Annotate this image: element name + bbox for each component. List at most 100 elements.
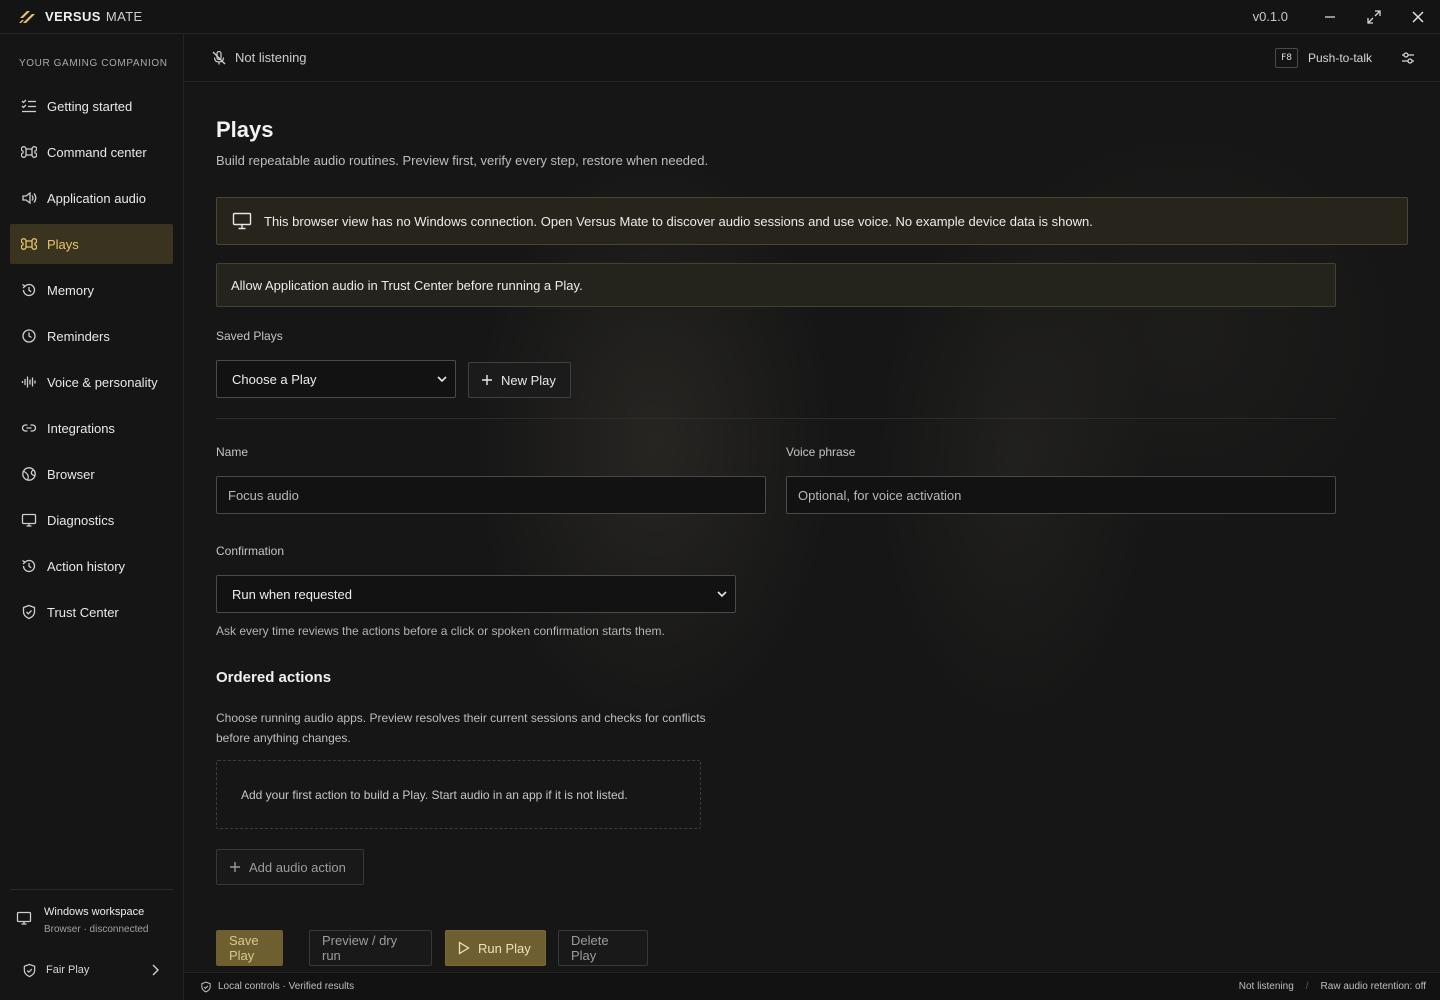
empty-actions-text: Add your first action to build a Play. S… bbox=[241, 787, 628, 802]
sidebar-item-label: Integrations bbox=[47, 420, 115, 436]
chevron-down-icon bbox=[717, 590, 727, 598]
connection-notice: This browser view has no Windows connect… bbox=[216, 197, 1408, 245]
push-to-talk-key: F8 bbox=[1275, 47, 1298, 68]
sidebar: YOUR GAMING COMPANION Getting started Co… bbox=[0, 34, 184, 1000]
sidebar-item-application-audio[interactable]: Application audio bbox=[10, 178, 173, 218]
status-bar: Local controls · Verified results Not li… bbox=[184, 972, 1440, 1000]
sidebar-item-label: Diagnostics bbox=[47, 512, 115, 528]
sidebar-item-integrations[interactable]: Integrations bbox=[10, 408, 173, 448]
main-content: Plays Build repeatable audio routines. P… bbox=[184, 82, 1440, 972]
close-button[interactable] bbox=[1396, 0, 1440, 34]
plus-icon bbox=[229, 861, 241, 873]
save-play-button[interactable]: Save Play bbox=[216, 930, 283, 966]
sidebar-item-trust-center[interactable]: Trust Center bbox=[10, 592, 173, 632]
sidebar-item-label: Action history bbox=[47, 558, 126, 574]
monitor-icon bbox=[232, 212, 252, 230]
page-title: Plays bbox=[216, 117, 274, 142]
sidebar-item-reminders[interactable]: Reminders bbox=[10, 316, 173, 356]
history-icon bbox=[20, 281, 38, 299]
minimize-button[interactable] bbox=[1308, 0, 1352, 34]
sidebar-item-getting-started[interactable]: Getting started bbox=[10, 86, 173, 126]
status-left-text: Local controls · Verified results bbox=[218, 981, 355, 992]
voice-phrase-input[interactable] bbox=[786, 476, 1336, 514]
name-input[interactable] bbox=[216, 476, 766, 514]
chevron-right-icon bbox=[151, 964, 159, 976]
saved-plays-select[interactable]: Choose a Play bbox=[216, 360, 456, 398]
sidebar-item-label: Plays bbox=[47, 236, 79, 252]
mic-off-icon bbox=[211, 50, 227, 66]
sidebar-caption: YOUR GAMING COMPANION bbox=[19, 58, 168, 69]
monitor-icon bbox=[20, 511, 38, 529]
run-play-button[interactable]: Run Play bbox=[445, 930, 546, 966]
trust-warning-text: Allow Application audio in Trust Center … bbox=[231, 277, 583, 293]
command-icon bbox=[20, 143, 38, 161]
name-label: Name bbox=[216, 445, 249, 459]
checklist-icon bbox=[20, 97, 38, 115]
sidebar-item-label: Application audio bbox=[47, 190, 147, 206]
brand: VERSUS MATE bbox=[0, 9, 143, 25]
clock-icon bbox=[20, 327, 38, 345]
section-divider bbox=[216, 418, 1336, 419]
sidebar-item-label: Memory bbox=[47, 282, 94, 298]
sidebar-item-action-history[interactable]: Action history bbox=[10, 546, 173, 586]
title-bar: VERSUS MATE v0.1.0 bbox=[0, 0, 1440, 34]
brand-name: VERSUS bbox=[45, 9, 101, 24]
history-icon bbox=[20, 557, 38, 575]
expand-icon bbox=[1367, 9, 1381, 24]
close-icon bbox=[1412, 10, 1424, 23]
monitor-icon bbox=[16, 910, 34, 926]
preview-label: Preview / dry run bbox=[322, 933, 398, 963]
workspace-subtitle: Browser · disconnected bbox=[44, 924, 149, 935]
sidebar-item-memory[interactable]: Memory bbox=[10, 270, 173, 310]
saved-plays-label: Saved Plays bbox=[216, 329, 283, 343]
empty-actions-placeholder: Add your first action to build a Play. S… bbox=[216, 760, 701, 829]
trust-warning: Allow Application audio in Trust Center … bbox=[216, 263, 1336, 307]
fair-play-link[interactable]: Fair Play bbox=[10, 950, 173, 990]
workspace-status[interactable]: Windows workspace Browser · disconnected bbox=[10, 890, 173, 950]
preview-dry-run-button[interactable]: Preview / dry run bbox=[309, 930, 432, 966]
play-icon bbox=[458, 941, 470, 955]
minimize-icon bbox=[1325, 15, 1335, 18]
plus-icon bbox=[481, 374, 493, 386]
sidebar-item-label: Command center bbox=[47, 144, 147, 160]
shield-icon bbox=[20, 603, 38, 621]
sidebar-item-label: Reminders bbox=[47, 328, 110, 344]
delete-play-button[interactable]: Delete Play bbox=[558, 930, 648, 966]
logo-icon bbox=[18, 9, 36, 25]
new-play-button[interactable]: New Play bbox=[468, 362, 571, 398]
globe-icon bbox=[20, 465, 38, 483]
add-audio-action-label: Add audio action bbox=[249, 859, 346, 875]
delete-play-label: Delete Play bbox=[571, 933, 609, 963]
add-audio-action-button[interactable]: Add audio action bbox=[216, 849, 364, 885]
saved-plays-value: Choose a Play bbox=[232, 371, 317, 387]
confirmation-select[interactable]: Run when requested bbox=[216, 575, 736, 613]
sidebar-item-voice-personality[interactable]: Voice & personality bbox=[10, 362, 173, 402]
workspace-title: Windows workspace bbox=[44, 906, 145, 918]
sidebar-item-plays[interactable]: Plays bbox=[10, 224, 173, 264]
maximize-button[interactable] bbox=[1352, 0, 1396, 34]
link-icon bbox=[20, 419, 38, 437]
sidebar-nav: Getting started Command center Applicati… bbox=[0, 86, 183, 632]
sidebar-item-command-center[interactable]: Command center bbox=[10, 132, 173, 172]
listening-status-text: Not listening bbox=[235, 50, 307, 65]
status-listening: Not listening bbox=[1238, 981, 1294, 992]
sidebar-item-diagnostics[interactable]: Diagnostics bbox=[10, 500, 173, 540]
listening-status: Not listening bbox=[211, 50, 307, 66]
run-play-label: Run Play bbox=[478, 940, 531, 956]
push-to-talk-label: Push-to-talk bbox=[1307, 50, 1372, 65]
settings-sliders-button[interactable] bbox=[1400, 50, 1416, 66]
command-icon bbox=[20, 235, 38, 253]
sidebar-item-browser[interactable]: Browser bbox=[10, 454, 173, 494]
status-retention: Raw audio retention: off bbox=[1320, 981, 1426, 992]
confirmation-hint: Ask every time reviews the actions befor… bbox=[216, 624, 665, 638]
voice-phrase-label: Voice phrase bbox=[786, 445, 856, 459]
chevron-down-icon bbox=[437, 375, 447, 383]
shield-icon bbox=[22, 963, 38, 978]
speaker-icon bbox=[20, 189, 38, 207]
sliders-icon bbox=[1402, 51, 1414, 64]
page-subtitle: Build repeatable audio routines. Preview… bbox=[216, 153, 709, 168]
new-play-label: New Play bbox=[501, 372, 556, 388]
brand-sub: MATE bbox=[105, 9, 143, 24]
save-play-label: Save Play bbox=[229, 933, 259, 963]
sidebar-item-label: Browser bbox=[47, 466, 95, 482]
